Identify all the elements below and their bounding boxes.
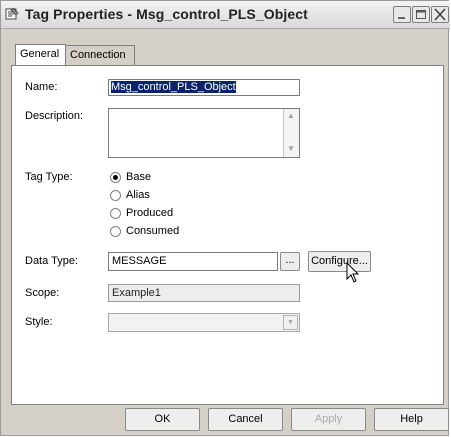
scope-label: Scope: xyxy=(25,287,60,299)
scroll-down-icon[interactable]: ▼ xyxy=(285,143,297,155)
radio-base[interactable] xyxy=(110,172,121,183)
scope-field: Example1 xyxy=(108,284,300,302)
radio-produced[interactable] xyxy=(110,208,121,219)
style-label: Style: xyxy=(25,316,53,328)
tab-general[interactable]: General xyxy=(15,44,66,65)
minimize-icon xyxy=(398,17,405,19)
mouse-pointer-icon xyxy=(346,262,360,283)
close-icon xyxy=(434,8,446,21)
tag-type-label: Tag Type: xyxy=(25,171,73,183)
name-value: Msg_control_PLS_Object xyxy=(111,81,236,93)
radio-consumed-label[interactable]: Consumed xyxy=(126,225,179,237)
window-title: Tag Properties - Msg_control_PLS_Object xyxy=(25,6,308,22)
radio-alias[interactable] xyxy=(110,190,121,201)
maximize-icon xyxy=(416,10,426,19)
scroll-up-icon[interactable]: ▲ xyxy=(285,110,297,122)
minimize-button[interactable] xyxy=(393,6,411,23)
tag-properties-dialog: Tag Properties - Msg_control_PLS_Object … xyxy=(0,0,450,436)
apply-button[interactable]: Apply xyxy=(291,408,366,431)
data-type-field[interactable]: MESSAGE xyxy=(108,252,278,271)
description-field[interactable]: ▲ ▼ xyxy=(108,108,300,158)
data-type-label: Data Type: xyxy=(25,255,78,267)
radio-produced-label[interactable]: Produced xyxy=(126,207,173,219)
data-type-browse-button[interactable]: ... xyxy=(280,252,300,271)
maximize-button[interactable] xyxy=(412,6,430,23)
title-bar[interactable]: Tag Properties - Msg_control_PLS_Object xyxy=(1,1,450,29)
radio-base-label[interactable]: Base xyxy=(126,171,151,183)
configure-button[interactable]: Configure... xyxy=(308,251,371,272)
general-tab-panel: Name: Msg_control_PLS_Object Description… xyxy=(11,65,444,405)
radio-alias-label[interactable]: Alias xyxy=(126,189,150,201)
ok-button[interactable]: OK xyxy=(125,408,200,431)
radio-consumed[interactable] xyxy=(110,226,121,237)
help-button[interactable]: Help xyxy=(374,408,449,431)
cancel-button[interactable]: Cancel xyxy=(208,408,283,431)
name-field[interactable]: Msg_control_PLS_Object xyxy=(108,79,300,96)
name-label: Name: xyxy=(25,81,58,93)
tab-connection[interactable]: Connection xyxy=(65,45,135,65)
description-label: Description: xyxy=(25,110,84,122)
style-dropdown[interactable]: ▼ xyxy=(108,313,300,332)
close-button[interactable] xyxy=(431,6,449,23)
tag-properties-icon xyxy=(5,7,19,20)
description-scrollbar[interactable]: ▲ ▼ xyxy=(283,109,299,157)
chevron-down-icon[interactable]: ▼ xyxy=(283,315,298,330)
